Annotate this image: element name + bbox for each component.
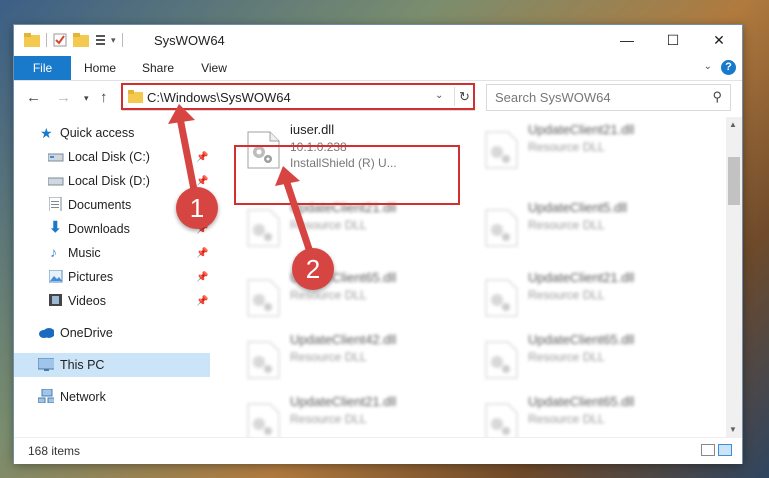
arrow-1-head <box>168 104 195 124</box>
step-2-badge: 2 <box>292 248 334 290</box>
arrow-2-head <box>275 166 300 186</box>
arrow-2 <box>282 176 316 262</box>
step-1-badge: 1 <box>176 187 218 229</box>
annotation-arrows <box>168 104 316 262</box>
